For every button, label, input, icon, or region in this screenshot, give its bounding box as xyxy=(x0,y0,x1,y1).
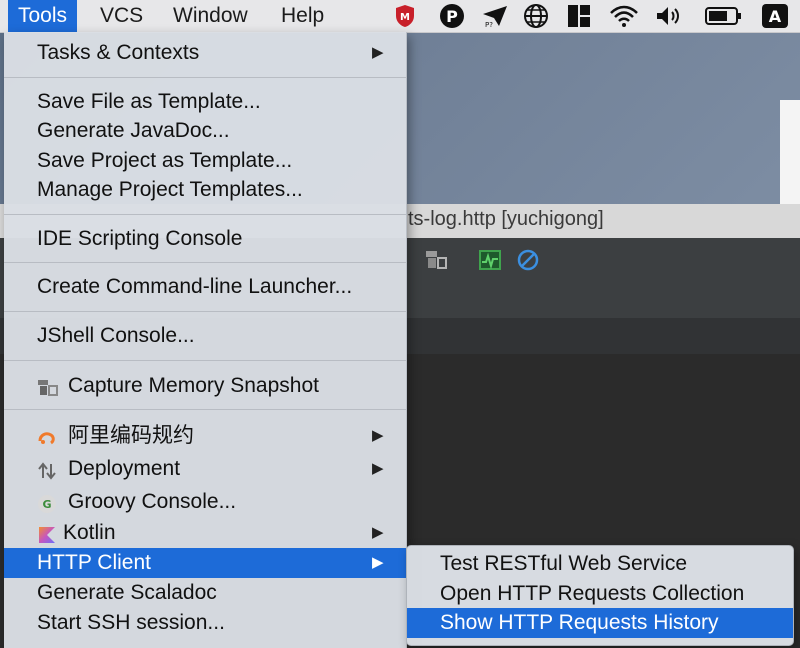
menu-item-capture-memory-snapshot[interactable]: Capture Memory Snapshot xyxy=(4,371,406,401)
menu-item-label: 阿里编码规约 xyxy=(68,424,194,447)
background-window-edge xyxy=(780,100,800,204)
stop-toolbar-icon[interactable] xyxy=(516,248,540,272)
ide-window-title: ts-log.http [yuchigong] xyxy=(408,208,604,230)
svg-text:M: M xyxy=(400,12,410,23)
globe-icon[interactable] xyxy=(522,4,550,28)
menu-item-generate-scaladoc[interactable]: Generate Scaladoc xyxy=(4,578,406,608)
menu-separator xyxy=(4,360,406,361)
menu-item-label: Manage Project Templates... xyxy=(37,178,303,201)
menu-item-label: Capture Memory Snapshot xyxy=(68,374,319,397)
mcafee-shield-icon[interactable]: M xyxy=(392,4,418,28)
submenu-arrow-icon: ▶ xyxy=(372,427,384,444)
menu-item-alibaba-guidelines[interactable]: 阿里编码规约 ▶ xyxy=(4,421,406,451)
submenu-item-label: Show HTTP Requests History xyxy=(440,611,719,634)
menu-tools[interactable]: Tools xyxy=(8,0,78,32)
submenu-item-test-restful[interactable]: Test RESTful Web Service xyxy=(407,549,793,579)
monitor-toolbar-icon[interactable] xyxy=(478,248,502,272)
menu-separator xyxy=(4,77,406,78)
menu-item-save-file-template[interactable]: Save File as Template... xyxy=(4,87,406,117)
svg-text:A: A xyxy=(769,7,782,26)
menu-window[interactable]: Window xyxy=(163,0,258,32)
menu-item-generate-javadoc[interactable]: Generate JavaDoc... xyxy=(4,116,406,146)
kotlin-icon xyxy=(37,524,57,544)
submenu-item-label: Test RESTful Web Service xyxy=(440,552,688,575)
submenu-arrow-icon: ▶ xyxy=(372,44,384,61)
submenu-arrow-icon: ▶ xyxy=(372,554,384,571)
menu-help[interactable]: Help xyxy=(271,0,334,32)
menu-item-label: Generate JavaDoc... xyxy=(37,119,230,142)
menu-separator xyxy=(4,262,406,263)
groovy-icon: G xyxy=(37,493,57,513)
memory-snapshot-toolbar-icon[interactable] xyxy=(424,248,448,272)
window-layout-icon[interactable] xyxy=(566,4,592,28)
memory-snapshot-icon xyxy=(37,377,58,397)
submenu-arrow-icon: ▶ xyxy=(372,524,384,541)
wifi-icon[interactable] xyxy=(608,4,640,28)
tools-menu: Tasks & Contexts ▶ Save File as Template… xyxy=(4,32,407,648)
menu-item-label: Save Project as Template... xyxy=(37,149,293,172)
menu-separator xyxy=(4,311,406,312)
volume-icon[interactable] xyxy=(654,4,684,28)
menu-separator xyxy=(4,214,406,215)
menu-item-label: JShell Console... xyxy=(37,324,195,347)
menu-item-label: Groovy Console... xyxy=(68,490,237,513)
menu-vcs[interactable]: VCS xyxy=(90,0,153,32)
battery-icon[interactable] xyxy=(704,4,744,28)
keyboard-input-icon[interactable]: A xyxy=(760,4,790,28)
submenu-arrow-icon: ▶ xyxy=(372,460,384,477)
p-circle-icon[interactable]: P xyxy=(438,4,466,28)
menu-item-deployment[interactable]: Deployment ▶ xyxy=(4,454,406,484)
menu-separator xyxy=(4,409,406,410)
submenu-item-label: Open HTTP Requests Collection xyxy=(440,582,745,605)
menu-item-ide-scripting-console[interactable]: IDE Scripting Console xyxy=(4,224,406,254)
menu-bar: Tools VCS Window Help M P P? A xyxy=(0,0,800,33)
menu-item-label: Start SSH session... xyxy=(37,611,225,634)
menu-item-http-client[interactable]: HTTP Client ▶ xyxy=(4,548,406,578)
svg-text:P: P xyxy=(446,7,458,26)
submenu-item-open-collection[interactable]: Open HTTP Requests Collection xyxy=(407,579,793,609)
svg-text:P?: P? xyxy=(485,21,493,28)
alibaba-cloud-icon xyxy=(37,427,57,447)
menu-item-label: Deployment xyxy=(68,457,181,480)
paper-plane-icon[interactable]: P? xyxy=(480,4,510,28)
menu-item-label: Tasks & Contexts xyxy=(37,41,200,64)
menu-item-label: HTTP Client xyxy=(37,551,151,574)
menu-item-tasks-contexts[interactable]: Tasks & Contexts ▶ xyxy=(4,38,406,68)
menu-item-label: Create Command-line Launcher... xyxy=(37,275,353,298)
svg-text:G: G xyxy=(42,498,51,511)
menu-item-start-ssh-session[interactable]: Start SSH session... xyxy=(4,608,406,638)
menu-item-label: Kotlin xyxy=(63,521,116,544)
menu-item-save-project-template[interactable]: Save Project as Template... xyxy=(4,146,406,176)
menu-item-kotlin[interactable]: Kotlin ▶ xyxy=(4,518,406,548)
menu-item-label: Generate Scaladoc xyxy=(37,581,217,604)
menu-item-jshell-console[interactable]: JShell Console... xyxy=(4,321,406,351)
menu-item-manage-project-templates[interactable]: Manage Project Templates... xyxy=(4,175,406,205)
deployment-arrows-icon xyxy=(37,460,57,480)
http-client-submenu: Test RESTful Web Service Open HTTP Reque… xyxy=(406,545,794,646)
menu-item-label: IDE Scripting Console xyxy=(37,227,243,250)
menu-item-label: Save File as Template... xyxy=(37,90,261,113)
menu-item-create-cmdline-launcher[interactable]: Create Command-line Launcher... xyxy=(4,272,406,302)
menu-item-groovy-console[interactable]: G Groovy Console... xyxy=(4,487,406,517)
submenu-item-show-history[interactable]: Show HTTP Requests History xyxy=(407,608,793,638)
